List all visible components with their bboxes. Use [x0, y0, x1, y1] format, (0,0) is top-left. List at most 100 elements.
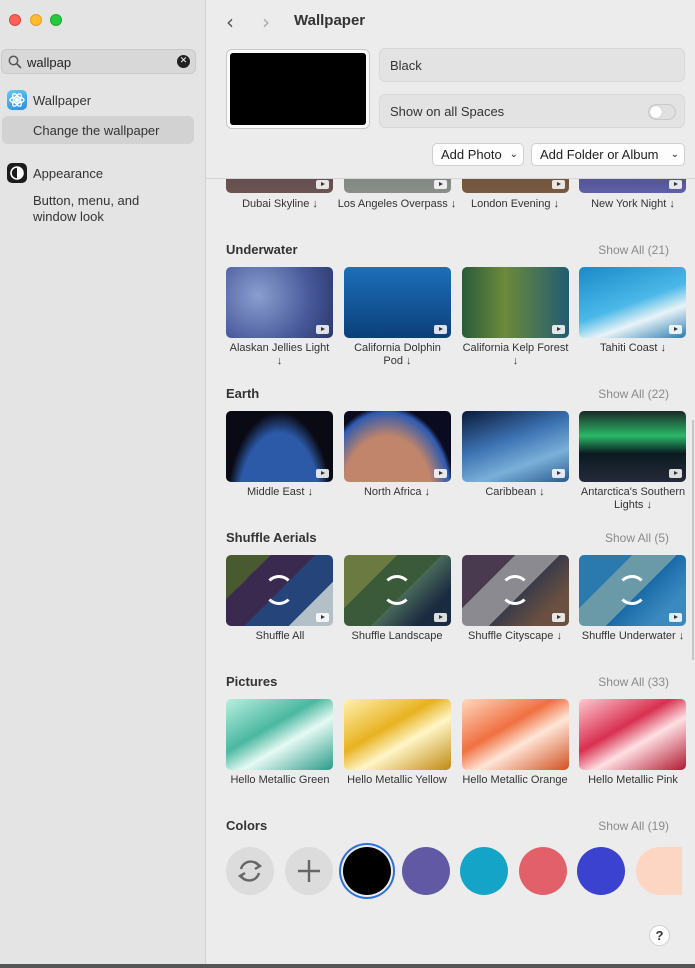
wallpaper-caption: Hello Metallic Pink — [588, 774, 678, 786]
wallpaper-caption: Shuffle Cityscape ↓ — [468, 630, 562, 642]
shuffle-icon — [500, 575, 530, 605]
wallpaper-preview — [226, 49, 370, 129]
wallpaper-caption: California Kelp Forest ↓ — [462, 342, 569, 367]
wallpaper-thumb[interactable] — [226, 267, 333, 338]
color-swatch-black[interactable] — [343, 847, 391, 895]
settings-window: ✕ Wallpaper Change the wallpaper Appeara… — [0, 0, 695, 968]
color-swatch-blue[interactable] — [577, 847, 625, 895]
show-all-earth[interactable]: Show All (22) — [598, 387, 669, 401]
show-on-all-spaces-toggle[interactable] — [648, 104, 676, 120]
chevron-down-icon: ⌄ — [509, 149, 518, 160]
help-button[interactable]: ? — [649, 925, 670, 946]
dynamic-color-button[interactable] — [226, 847, 274, 895]
wallpaper-caption: Los Angeles Overpass ↓ — [337, 198, 457, 210]
wallpaper-thumb[interactable] — [344, 411, 451, 482]
sidebar-item-appearance[interactable]: Appearance — [33, 166, 103, 181]
sidebar-subitem-appearance[interactable]: Button, menu, and window look — [33, 193, 183, 225]
wallpaper-caption: Hello Metallic Orange — [462, 774, 568, 786]
show-on-all-spaces-row: Show on all Spaces — [379, 94, 685, 128]
back-button[interactable]: ‹ — [226, 10, 234, 34]
wallpaper-caption: Shuffle Landscape — [351, 630, 443, 642]
color-swatch-red[interactable] — [519, 847, 567, 895]
wallpaper-name-field: Black — [379, 48, 685, 82]
section-title-colors: Colors — [226, 818, 268, 833]
wallpaper-caption: Shuffle Underwater ↓ — [581, 630, 685, 642]
wallpaper-caption: Hello Metallic Green — [230, 774, 330, 786]
wallpaper-thumb[interactable] — [462, 267, 569, 338]
add-color-button[interactable] — [285, 847, 333, 895]
refresh-icon — [237, 860, 263, 882]
add-folder-label: Add Folder or Album — [540, 147, 659, 162]
zoom-window-button[interactable] — [50, 14, 62, 26]
video-icon — [316, 613, 329, 622]
show-all-pictures[interactable]: Show All (33) — [598, 675, 669, 689]
shuffle-icon — [264, 575, 294, 605]
wallpaper-caption: North Africa ↓ — [363, 486, 431, 498]
chevron-down-icon: ⌄ — [670, 149, 679, 160]
color-swatch-purple[interactable] — [402, 847, 450, 895]
wallpaper-thumb[interactable] — [579, 179, 686, 193]
sidebar — [0, 0, 206, 968]
minimize-window-button[interactable] — [30, 14, 42, 26]
wallpaper-thumb[interactable] — [462, 699, 569, 770]
scrollbar[interactable] — [692, 420, 694, 660]
forward-button[interactable]: › — [262, 10, 270, 34]
wallpaper-caption: Caribbean ↓ — [485, 486, 545, 498]
wallpaper-caption: Middle East ↓ — [246, 486, 314, 498]
video-icon — [316, 469, 329, 478]
wallpaper-thumb[interactable] — [462, 179, 569, 193]
wallpaper-thumb[interactable] — [344, 699, 451, 770]
wallpaper-thumb[interactable] — [579, 411, 686, 482]
wallpaper-caption: Antarctica's Southern Lights ↓ — [580, 486, 686, 511]
window-bottom-edge — [0, 964, 695, 968]
wallpaper-thumb[interactable] — [579, 699, 686, 770]
wallpaper-thumb[interactable] — [226, 411, 333, 482]
video-icon — [552, 613, 565, 622]
search-icon — [8, 55, 22, 69]
video-icon — [552, 325, 565, 334]
wallpaper-gallery: Dubai Skyline ↓ Los Angeles Overpass ↓ L… — [206, 179, 695, 964]
wallpaper-thumb[interactable] — [226, 555, 333, 626]
sidebar-subitem-change-wallpaper[interactable]: Change the wallpaper — [2, 116, 194, 144]
wallpaper-thumb[interactable] — [344, 555, 451, 626]
sidebar-subitem-label: Change the wallpaper — [33, 123, 160, 138]
video-icon — [552, 180, 565, 189]
wallpaper-thumb[interactable] — [462, 411, 569, 482]
show-on-all-spaces-label: Show on all Spaces — [390, 104, 505, 119]
video-icon — [316, 180, 329, 189]
section-title-earth: Earth — [226, 386, 260, 401]
search-input[interactable] — [27, 54, 167, 70]
close-window-button[interactable] — [9, 14, 21, 26]
search-field[interactable]: ✕ — [1, 49, 196, 74]
video-icon — [434, 613, 447, 622]
show-all-colors[interactable]: Show All (19) — [598, 819, 669, 833]
wallpaper-thumb[interactable] — [226, 699, 333, 770]
video-icon — [434, 325, 447, 334]
wallpaper-thumb[interactable] — [462, 555, 569, 626]
video-icon — [669, 180, 682, 189]
video-icon — [669, 469, 682, 478]
clear-search-icon[interactable]: ✕ — [177, 55, 190, 68]
sidebar-item-wallpaper[interactable]: Wallpaper — [33, 93, 91, 108]
wallpaper-caption: Tahiti Coast ↓ — [599, 342, 667, 354]
page-title: Wallpaper — [294, 12, 366, 29]
wallpaper-icon — [7, 90, 27, 110]
wallpaper-thumb[interactable] — [226, 179, 333, 193]
wallpaper-thumb[interactable] — [579, 267, 686, 338]
video-icon — [316, 325, 329, 334]
section-title-underwater: Underwater — [226, 242, 298, 257]
add-photo-button[interactable]: Add Photo ⌄ — [432, 143, 524, 166]
wallpaper-thumb[interactable] — [344, 179, 451, 193]
add-photo-label: Add Photo — [441, 147, 502, 162]
color-swatch-teal[interactable] — [460, 847, 508, 895]
show-all-shuffle-aerials[interactable]: Show All (5) — [605, 531, 669, 545]
wallpaper-caption: Shuffle All — [255, 630, 305, 642]
plus-icon — [298, 860, 320, 882]
show-all-underwater[interactable]: Show All (21) — [598, 243, 669, 257]
wallpaper-thumb[interactable] — [344, 267, 451, 338]
add-folder-button[interactable]: Add Folder or Album ⌄ — [531, 143, 685, 166]
wallpaper-caption: California Dolphin Pod ↓ — [354, 342, 441, 367]
color-swatch-peach[interactable] — [636, 847, 682, 895]
appearance-icon — [7, 163, 27, 183]
wallpaper-thumb[interactable] — [579, 555, 686, 626]
